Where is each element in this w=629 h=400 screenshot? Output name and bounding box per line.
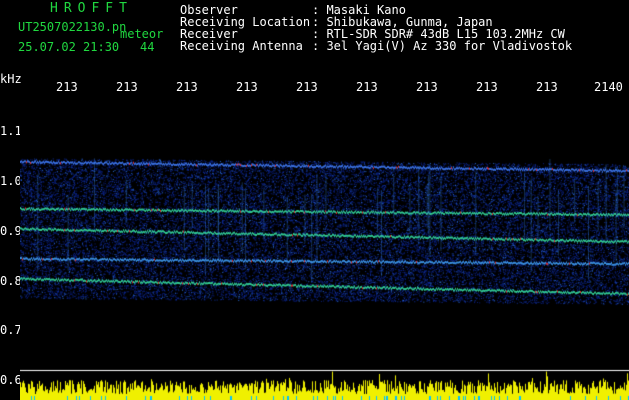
datetime-label: 25.07.02 21:30 — [18, 40, 120, 54]
time-tick: 2140 — [594, 80, 623, 94]
spectrogram-plot — [20, 98, 629, 400]
freq-tick: 1.0 — [0, 174, 22, 188]
mode-label: meteor — [120, 27, 164, 41]
time-tick: 213 — [536, 80, 558, 94]
time-tick: 213 — [236, 80, 258, 94]
count-label: 44 — [140, 40, 155, 54]
station-labels: Observer Receiving Location Receiver Rec… — [180, 4, 310, 52]
time-tick: 213 — [56, 80, 78, 94]
antenna-label: Receiving Antenna — [180, 39, 303, 53]
freq-tick: 0.8 — [0, 274, 22, 288]
unit-label: kHz — [0, 72, 22, 86]
time-tick: 213 — [116, 80, 138, 94]
app-title: HROFFT — [50, 1, 133, 16]
time-tick: 213 — [416, 80, 438, 94]
time-tick: 213 — [296, 80, 318, 94]
time-tick: 213 — [476, 80, 498, 94]
spectrogram-window: HROFFT UT2507022130.pn meteor 25.07.02 2… — [0, 0, 629, 400]
antenna-value: : 3el Yagi(V) Az 330 for Vladivostok — [312, 39, 573, 53]
freq-tick: 0.9 — [0, 224, 22, 238]
freq-tick: 0.6 — [0, 373, 22, 387]
file-name: UT2507022130.pn — [18, 20, 127, 34]
time-tick: 213 — [176, 80, 198, 94]
freq-tick: 1.1 — [0, 124, 22, 138]
freq-tick: 0.7 — [0, 323, 22, 337]
station-values: : Masaki Kano : Shibukawa, Gunma, Japan … — [312, 4, 572, 52]
time-tick: 213 — [356, 80, 378, 94]
